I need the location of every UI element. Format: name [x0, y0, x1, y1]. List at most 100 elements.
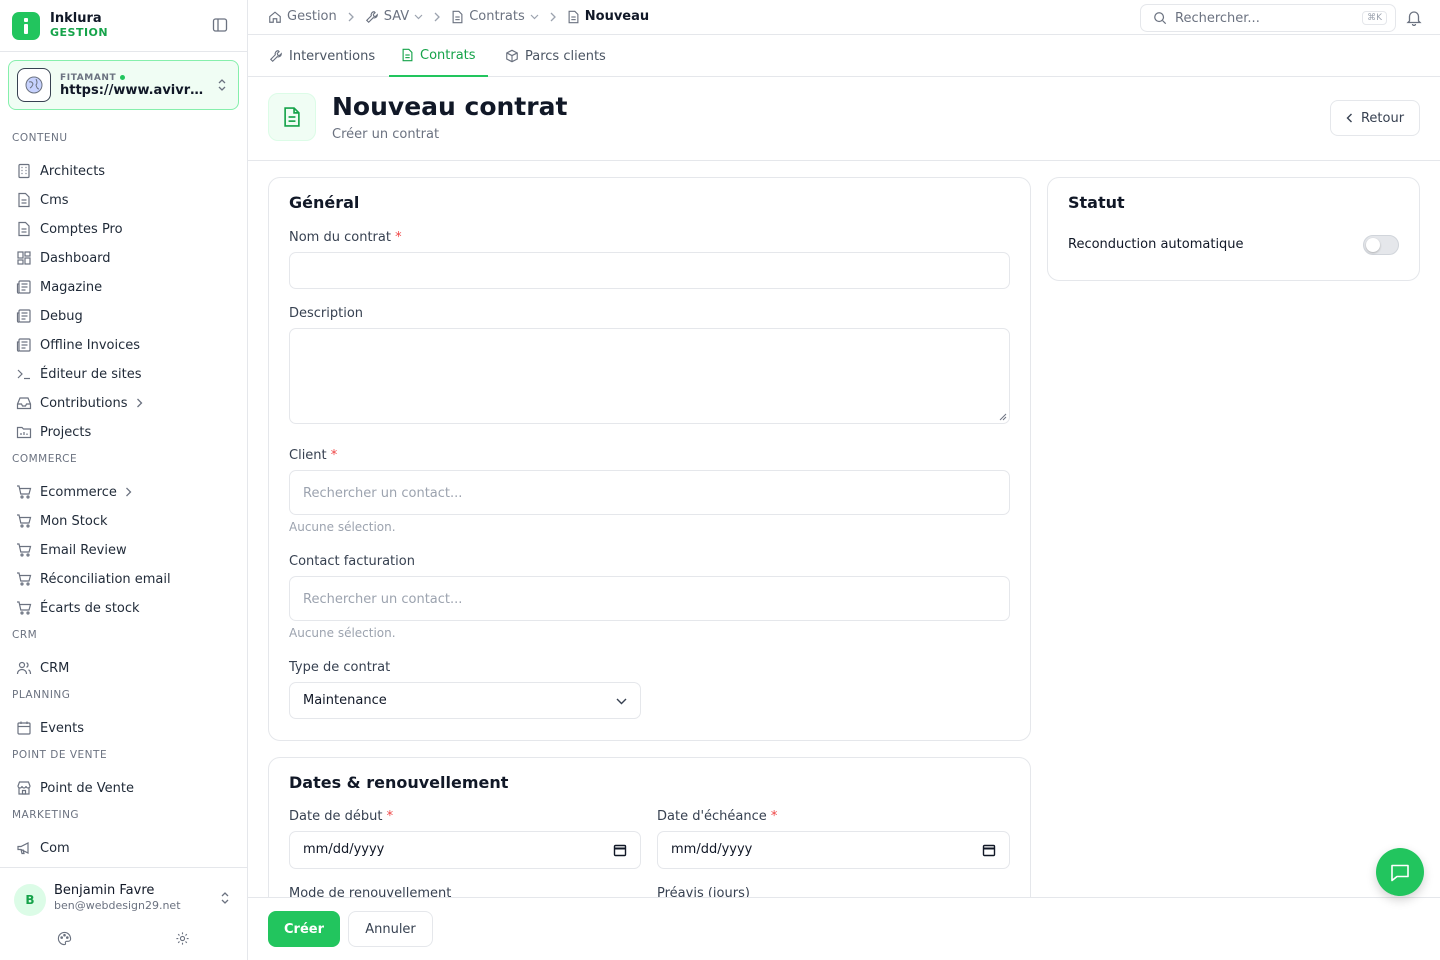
client-label: Client *: [289, 448, 338, 463]
breadcrumb-label: Contrats: [469, 9, 525, 24]
sidebar-item-seo[interactable]: SEO: [8, 864, 238, 866]
bell-icon[interactable]: [1406, 9, 1422, 26]
start-date-value: mm/dd/yyyy: [303, 842, 385, 857]
sidebar-item-architects[interactable]: Architects: [8, 158, 238, 184]
breadcrumb-label: SAV: [383, 9, 410, 24]
resize-handle-icon[interactable]: [999, 413, 1007, 421]
globe-icon: [17, 68, 51, 102]
sidebar-section-title: MARKETING: [12, 809, 80, 821]
sidebar-item-events[interactable]: Events: [8, 715, 238, 741]
sidebar-section-title: CONTENU: [12, 132, 68, 144]
cart-icon: [16, 542, 32, 558]
breadcrumb-sav[interactable]: SAV: [365, 9, 423, 24]
sidebar-item-email-review[interactable]: Email Review: [8, 537, 238, 563]
chevrons-up-down-icon: [216, 78, 228, 92]
calendar-icon[interactable]: [982, 843, 996, 857]
client-placeholder: Rechercher un contact...: [303, 486, 463, 501]
breadcrumb-gestion[interactable]: Gestion: [268, 9, 337, 24]
tab-bar: Interventions Contrats Parcs clients: [248, 35, 1440, 77]
home-icon: [269, 10, 281, 23]
palette-icon[interactable]: [57, 931, 72, 946]
billing-contact-search-input[interactable]: Rechercher un contact...: [289, 576, 1010, 621]
chevron-down-icon: [530, 14, 539, 19]
sidebar-item-contributions[interactable]: Contributions: [8, 390, 238, 416]
sidebar-item-reconciliation-email[interactable]: Réconciliation email: [8, 566, 238, 592]
search-input[interactable]: Rechercher... ⌘K: [1140, 4, 1396, 32]
tab-label: Parcs clients: [525, 48, 606, 64]
sidebar-item-mon-stock[interactable]: Mon Stock: [8, 508, 238, 534]
sidebar-toggle-icon[interactable]: [212, 17, 230, 35]
sidebar-item-comptes-pro[interactable]: Comptes Pro: [8, 216, 238, 242]
brand-logo-icon: [12, 12, 40, 40]
cart-icon: [16, 571, 32, 587]
site-url: https://www.avivre-brest.fr: [60, 82, 210, 98]
terminal-icon: [16, 366, 32, 382]
sidebar-item-label: CRM: [40, 660, 70, 676]
brand[interactable]: Inklura GESTION: [12, 10, 108, 42]
end-date-value: mm/dd/yyyy: [671, 842, 753, 857]
gear-icon[interactable]: [175, 931, 190, 946]
status-card: Statut Reconduction automatique: [1047, 177, 1420, 281]
auto-renew-toggle[interactable]: [1363, 235, 1399, 255]
box-icon: [506, 49, 518, 63]
avatar: B: [14, 884, 46, 916]
sidebar-item-debug[interactable]: Debug: [8, 303, 238, 329]
sidebar-item-point-de-vente[interactable]: Point de Vente: [8, 775, 238, 801]
divider: [0, 51, 247, 52]
tab-interventions[interactable]: Interventions: [269, 35, 375, 77]
sidebar-section-title: POINT DE VENTE: [12, 749, 108, 761]
file-icon: [568, 10, 579, 23]
building-icon: [16, 163, 32, 179]
sidebar-item-label: Projects: [40, 424, 92, 440]
sidebar-item-ecommerce[interactable]: Ecommerce: [8, 479, 238, 505]
site-label: FITAMANT: [60, 72, 117, 83]
sidebar-item-label: Contributions: [40, 395, 128, 411]
sidebar-item-editeur-de-sites[interactable]: Éditeur de sites: [8, 361, 238, 387]
sidebar-item-cms[interactable]: Cms: [8, 187, 238, 213]
notice-days-label: Préavis (jours): [657, 886, 750, 897]
file-icon: [16, 192, 32, 208]
client-hint: Aucune sélection.: [289, 520, 396, 534]
form-actions: Créer Annuler: [248, 897, 1440, 960]
cart-icon: [16, 484, 32, 500]
chat-button[interactable]: [1376, 848, 1424, 896]
sidebar-item-crm[interactable]: CRM: [8, 655, 238, 681]
billing-placeholder: Rechercher un contact...: [303, 592, 463, 607]
megaphone-icon: [16, 840, 32, 856]
end-date-input[interactable]: mm/dd/yyyy: [657, 831, 1010, 869]
contract-name-label: Nom du contrat *: [289, 230, 402, 245]
chevron-down-icon: [414, 14, 423, 19]
site-switcher[interactable]: FITAMANT https://www.avivre-brest.fr: [8, 60, 239, 110]
auto-renew-label: Reconduction automatique: [1068, 237, 1244, 252]
file-icon: [452, 10, 463, 23]
start-date-input[interactable]: mm/dd/yyyy: [289, 831, 641, 869]
dates-card: Dates & renouvellement Date de début * m…: [268, 757, 1031, 897]
tab-parcs-clients[interactable]: Parcs clients: [505, 35, 606, 77]
tab-contrats[interactable]: Contrats: [389, 35, 488, 77]
chevrons-up-down-icon[interactable]: [219, 891, 231, 905]
wrench-icon: [365, 10, 378, 23]
user-menu[interactable]: B Benjamin Favre ben@webdesign29.net: [0, 867, 247, 960]
page-title: Nouveau contrat: [332, 92, 568, 121]
back-button[interactable]: Retour: [1330, 100, 1420, 136]
start-date-label: Date de début *: [289, 809, 394, 824]
calendar-icon[interactable]: [613, 843, 627, 857]
contract-type-select[interactable]: Maintenance: [289, 682, 641, 719]
back-label: Retour: [1360, 110, 1405, 126]
billing-contact-label: Contact facturation: [289, 554, 415, 569]
folder-icon: [16, 424, 32, 440]
users-icon: [16, 660, 32, 676]
sidebar-item-magazine[interactable]: Magazine: [8, 274, 238, 300]
contract-name-input[interactable]: [289, 252, 1010, 289]
description-textarea[interactable]: [289, 328, 1010, 424]
sidebar-item-com[interactable]: Com: [8, 835, 238, 861]
sidebar-item-offline-invoices[interactable]: Offline Invoices: [8, 332, 238, 358]
page-header: Nouveau contrat Créer un contrat Retour: [248, 77, 1440, 161]
client-search-input[interactable]: Rechercher un contact...: [289, 470, 1010, 515]
cancel-button[interactable]: Annuler: [348, 911, 433, 947]
breadcrumb-contrats[interactable]: Contrats: [451, 9, 539, 24]
sidebar-item-ecarts-de-stock[interactable]: Écarts de stock: [8, 595, 238, 621]
create-button[interactable]: Créer: [268, 911, 340, 947]
sidebar-item-dashboard[interactable]: Dashboard: [8, 245, 238, 271]
sidebar-item-projects[interactable]: Projects: [8, 419, 238, 445]
